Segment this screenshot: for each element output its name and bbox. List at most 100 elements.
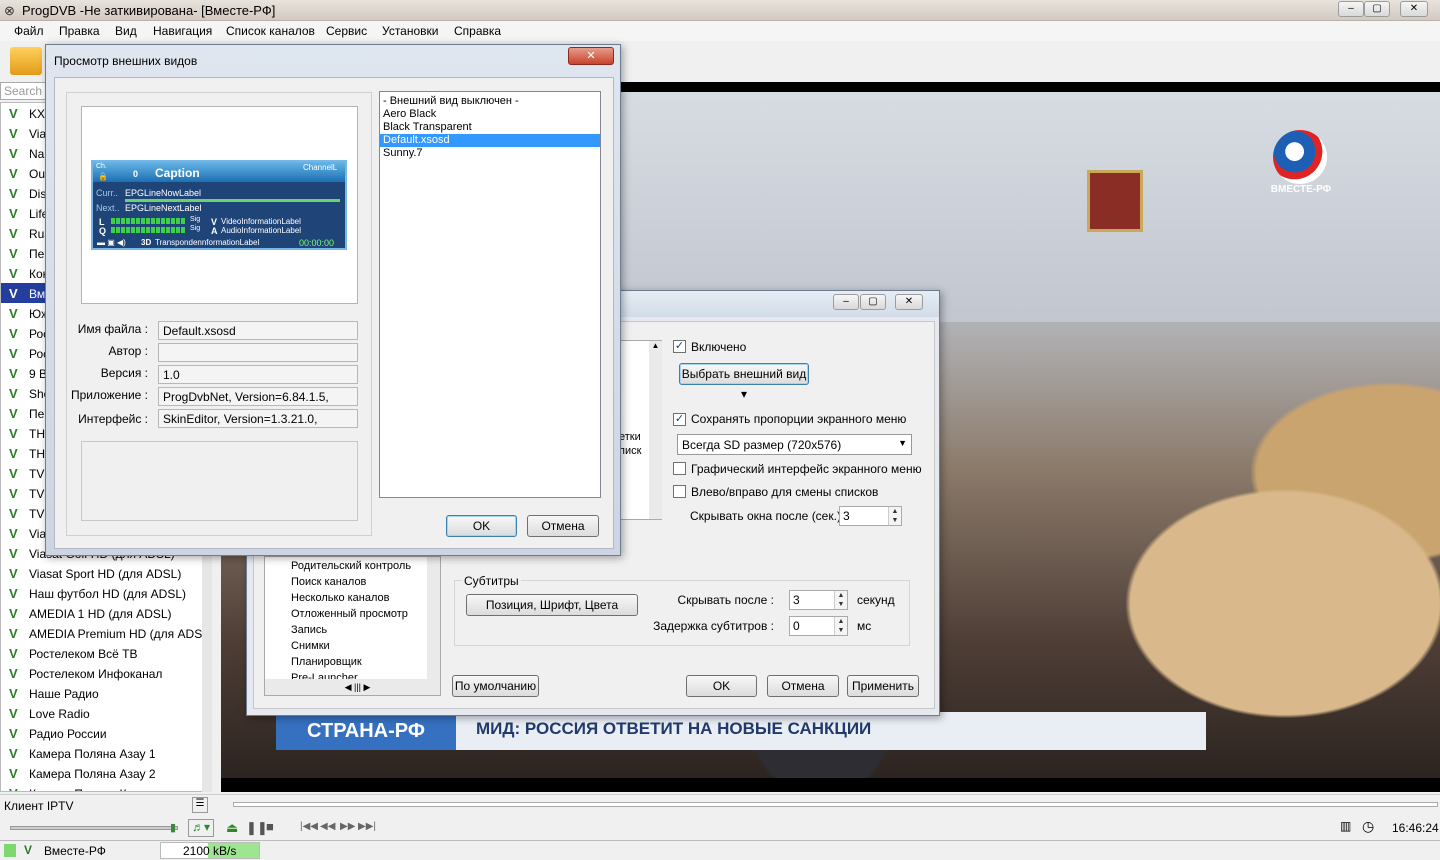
- settings-cancel-button[interactable]: Отмена: [767, 675, 839, 697]
- skin-ok-button[interactable]: OK: [446, 515, 517, 537]
- spinner-arrows-icon: ▲ ▼: [888, 507, 901, 525]
- settings-list-scrollbar[interactable]: ▲: [649, 341, 662, 519]
- channel-name: Love Radio: [29, 707, 90, 721]
- left-right-checkbox[interactable]: [673, 485, 686, 498]
- skin-list-item[interactable]: Sunny.7: [380, 147, 600, 160]
- channel-list-item[interactable]: V Камера Поляна К...: [1, 783, 201, 791]
- size-dropdown[interactable]: Всегда SD размер (720x576) ▼: [677, 434, 912, 455]
- settings-maximize-button[interactable]: ▢: [860, 294, 886, 310]
- clock-icon: ◷: [1362, 818, 1375, 834]
- channel-v-icon: V: [9, 106, 18, 121]
- menu-file[interactable]: Файл: [14, 24, 44, 38]
- pause-icon[interactable]: ❚❚: [246, 820, 268, 836]
- settings-minimize-button[interactable]: –: [833, 294, 859, 310]
- channel-list-item[interactable]: V Ростелеком Инфоканал: [1, 663, 201, 683]
- keep-aspect-checkbox[interactable]: ✓: [673, 413, 686, 426]
- menu-view[interactable]: Вид: [115, 24, 137, 38]
- menu-help[interactable]: Справка: [454, 24, 501, 38]
- menu-navigation[interactable]: Навигация: [153, 24, 212, 38]
- channel-v-icon: V: [9, 206, 18, 221]
- skin-list-item[interactable]: Default.xsosd: [380, 134, 600, 147]
- choose-skin-button[interactable]: Выбрать внешний вид ▾: [679, 363, 809, 401]
- tree-vscrollbar[interactable]: [427, 557, 440, 679]
- channel-v-icon: V: [9, 586, 18, 601]
- osd-signal-bar: [111, 218, 186, 224]
- playback-progress[interactable]: [233, 802, 1438, 807]
- skip-forward-icon[interactable]: ▶▶|: [358, 821, 376, 832]
- channel-list-item[interactable]: V Ростелеком Всё ТВ: [1, 643, 201, 663]
- maximize-button[interactable]: ▢: [1364, 1, 1390, 17]
- settings-apply-button[interactable]: Применить: [847, 675, 919, 697]
- forward-icon[interactable]: ▶▶: [340, 821, 355, 832]
- channel-list-item[interactable]: V Камера Поляна Азау 2: [1, 763, 201, 783]
- filename-label: Имя файла :: [77, 322, 148, 336]
- tree-hscrollbar[interactable]: ◀ ||| ▶: [265, 679, 440, 695]
- lock-icon: 🔒: [98, 172, 108, 181]
- menu-edit[interactable]: Правка: [59, 24, 100, 38]
- menu-settings[interactable]: Установки: [382, 24, 438, 38]
- skin-cancel-button[interactable]: Отмена: [527, 515, 599, 537]
- list-view-icon[interactable]: ☰: [192, 797, 208, 813]
- close-button[interactable]: ✕: [1400, 1, 1428, 17]
- hide-after-label: Скрывать окна после (сек.): [690, 509, 841, 523]
- tree-item-snapshots[interactable]: Снимки: [265, 640, 440, 656]
- volume-slider[interactable]: [10, 826, 178, 830]
- tree-item-scheduler[interactable]: Планировщик: [265, 656, 440, 672]
- channel-list-item[interactable]: V Наше Радио: [1, 683, 201, 703]
- open-folder-icon[interactable]: [10, 47, 42, 75]
- signal-indicator: [4, 844, 16, 857]
- osd-next: Next..: [96, 203, 120, 213]
- osd-status-icons: ▬ ▣ ◀): [97, 238, 126, 247]
- subs-hide-spinner[interactable]: 3 ▲ ▼: [789, 590, 848, 610]
- tree-item-record[interactable]: Запись: [265, 624, 440, 640]
- minimize-button[interactable]: –: [1338, 1, 1364, 17]
- settings-ok-button[interactable]: OK: [686, 675, 757, 697]
- channel-list-item[interactable]: V Love Radio: [1, 703, 201, 723]
- defaults-button[interactable]: По умолчанию: [452, 675, 539, 697]
- channel-v-icon: V: [9, 606, 18, 621]
- channel-list-item[interactable]: V AMEDIA 1 HD (для ADSL): [1, 603, 201, 623]
- volume-handle-icon[interactable]: ▮: [170, 821, 176, 834]
- channel-v-icon: V: [9, 406, 18, 421]
- channel-list-item[interactable]: V AMEDIA Premium HD (для ADS..: [1, 623, 209, 643]
- skin-list-item[interactable]: Black Transparent: [380, 121, 600, 134]
- skin-dialog-close-button[interactable]: ✕: [568, 47, 614, 65]
- ticker-headline: МИД: РОССИЯ ОТВЕТИТ НА НОВЫЕ САНКЦИИ: [476, 719, 872, 738]
- enabled-checkbox[interactable]: ✓: [673, 340, 686, 353]
- channel-list-item[interactable]: V Viasat Sport HD (для ADSL): [1, 563, 201, 583]
- channel-list-item[interactable]: V Наш футбол HD (для ADSL): [1, 583, 201, 603]
- hide-after-spinner[interactable]: 3 ▲ ▼: [839, 506, 902, 526]
- channel-v-icon: V: [9, 366, 18, 381]
- choose-skin-label: Выбрать внешний вид: [681, 367, 807, 381]
- channel-v-icon: V: [9, 446, 18, 461]
- channel-v-icon: V: [9, 246, 18, 261]
- tree-item-channel-search[interactable]: Поиск каналов: [265, 576, 440, 592]
- menu-service[interactable]: Сервис: [326, 24, 367, 38]
- skip-back-icon[interactable]: |◀◀: [300, 821, 318, 832]
- tree-item-multi-channel[interactable]: Несколько каналов: [265, 592, 440, 608]
- channel-search-input[interactable]: Search c: [0, 82, 46, 112]
- settings-left-list: етки писк ▲: [614, 340, 662, 520]
- rewind-icon[interactable]: ◀◀: [320, 821, 335, 832]
- skin-list-item[interactable]: Aero Black: [380, 108, 600, 121]
- tree-item-parental[interactable]: Родительский контроль: [265, 560, 440, 576]
- graphic-ui-checkbox[interactable]: [673, 462, 686, 475]
- eject-icon[interactable]: ⏏: [226, 820, 238, 836]
- skin-description-box: [81, 441, 358, 521]
- channel-name: Viasat Sport HD (для ADSL): [29, 567, 182, 581]
- channel-list-item[interactable]: V Камера Поляна Азау 1: [1, 743, 201, 763]
- menu-channel-list[interactable]: Список каналов: [226, 24, 315, 38]
- channel-list-item[interactable]: V Радио России: [1, 723, 201, 743]
- equalizer-icon[interactable]: ▥: [1340, 819, 1351, 833]
- channel-name: Via: [29, 127, 47, 141]
- osd-channel: ChannelL: [303, 163, 338, 172]
- skin-list-item[interactable]: - Внешний вид выключен -: [380, 95, 600, 108]
- subs-delay-spinner[interactable]: 0 ▲ ▼: [789, 616, 848, 636]
- audio-track-icon[interactable]: ♬▾: [188, 819, 214, 837]
- skin-dialog-title: Просмотр внешних видов: [54, 54, 198, 68]
- stop-icon[interactable]: ■: [266, 819, 274, 834]
- subs-delay-unit: мс: [857, 619, 872, 633]
- tree-item-timeshift[interactable]: Отложенный просмотр: [265, 608, 440, 624]
- subs-position-button[interactable]: Позиция, Шрифт, Цвета: [466, 594, 638, 616]
- settings-close-button[interactable]: ✕: [895, 294, 923, 310]
